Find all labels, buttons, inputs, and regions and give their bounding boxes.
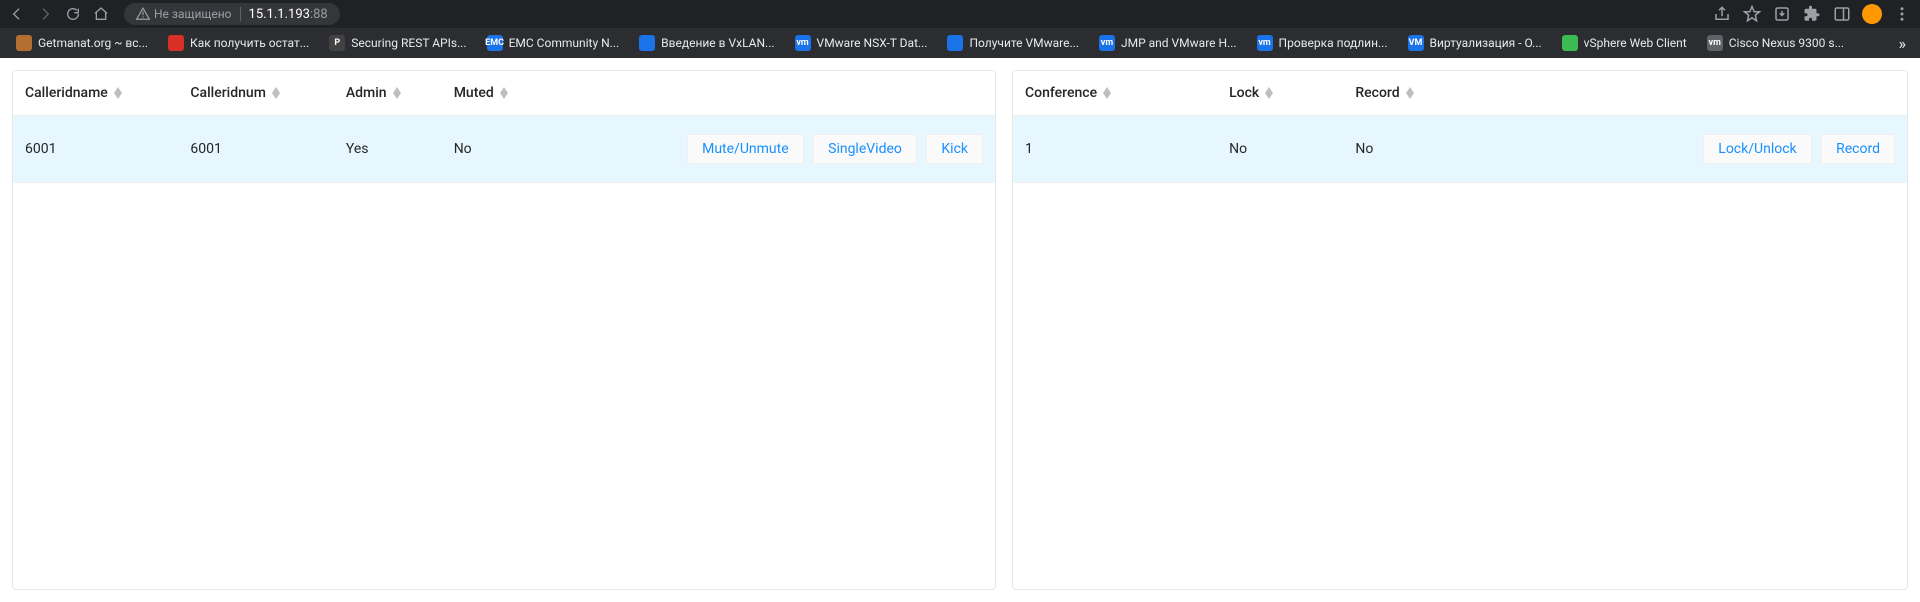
bookmark-label: Cisco Nexus 9300 s... <box>1729 36 1844 50</box>
cell-conference: 1 <box>1013 116 1217 183</box>
cell-admin: Yes <box>334 116 442 183</box>
favicon <box>639 35 655 51</box>
not-secure-warning: Не защищено <box>136 7 232 21</box>
address-bar[interactable]: Не защищено 15.1.1.193:88 <box>124 3 340 25</box>
bookmark-label: JMP and VMware H... <box>1121 36 1237 50</box>
lock-button[interactable]: Lock/Unlock <box>1703 134 1811 164</box>
bookmark-label: Getmanat.org ~ вс... <box>38 36 148 50</box>
bookmark-label: Виртуализация - О... <box>1430 36 1542 50</box>
share-icon[interactable] <box>1712 4 1732 24</box>
bookmark-label: Получите VMware... <box>969 36 1079 50</box>
bookmark-item[interactable]: Getmanat.org ~ вс... <box>10 31 154 55</box>
bookmark-item[interactable]: Введение в VxLAN... <box>633 31 780 55</box>
bookmark-item[interactable]: vm Cisco Nexus 9300 s... <box>1701 31 1850 55</box>
cell-muted: No <box>442 116 549 183</box>
bookmark-item[interactable]: vm VMware NSX-T Dat... <box>789 31 934 55</box>
favicon: vm <box>795 35 811 51</box>
col-muted[interactable]: Muted <box>442 71 549 116</box>
sort-icon <box>1103 87 1111 99</box>
col-admin[interactable]: Admin <box>334 71 442 116</box>
sort-icon <box>114 87 122 99</box>
forward-icon[interactable] <box>36 5 54 23</box>
sort-icon <box>272 87 280 99</box>
conferences-panel: Conference Lock Record 1 No No Lock/Unlo… <box>1012 70 1908 590</box>
cell-actions: Lock/Unlock Record <box>1496 116 1907 183</box>
cell-actions: Mute/Unmute SingleVideo Kick <box>549 116 995 183</box>
favicon: vm <box>1099 35 1115 51</box>
col-calleridnum[interactable]: Calleridnum <box>178 71 333 116</box>
bookmark-label: Проверка подлин... <box>1279 36 1388 50</box>
bookmark-label: Как получить остат... <box>190 36 309 50</box>
bookmark-label: Введение в VxLAN... <box>661 36 774 50</box>
table-row[interactable]: 6001 6001 Yes No Mute/Unmute SingleVideo… <box>13 116 995 183</box>
security-label: Не защищено <box>154 7 232 21</box>
menu-icon[interactable] <box>1892 4 1912 24</box>
favicon: vm <box>1257 35 1273 51</box>
cell-record: No <box>1343 116 1496 183</box>
favicon <box>16 35 32 51</box>
divider <box>240 7 241 21</box>
col-calleridname[interactable]: Calleridname <box>13 71 178 116</box>
participants-table: Calleridname Calleridnum Admin Muted 600… <box>13 71 995 183</box>
favicon: vm <box>1707 35 1723 51</box>
bookmark-label: VMware NSX-T Dat... <box>817 36 928 50</box>
bookmark-item[interactable]: vSphere Web Client <box>1556 31 1693 55</box>
bookmark-item[interactable]: P Securing REST APIs... <box>323 31 472 55</box>
bookmarks-overflow-icon[interactable]: » <box>1895 30 1911 57</box>
star-icon[interactable] <box>1742 4 1762 24</box>
favicon <box>947 35 963 51</box>
col-record[interactable]: Record <box>1343 71 1496 116</box>
table-row[interactable]: 1 No No Lock/Unlock Record <box>1013 116 1907 183</box>
extensions-icon[interactable] <box>1802 4 1822 24</box>
bookmark-item[interactable]: vm JMP and VMware H... <box>1093 31 1243 55</box>
sort-icon <box>393 87 401 99</box>
col-conference[interactable]: Conference <box>1013 71 1217 116</box>
sort-icon <box>1406 87 1414 99</box>
conferences-table: Conference Lock Record 1 No No Lock/Unlo… <box>1013 71 1907 183</box>
browser-toolbar: Не защищено 15.1.1.193:88 <box>0 0 1920 28</box>
bookmark-item[interactable]: Получите VMware... <box>941 31 1085 55</box>
kick-button[interactable]: Kick <box>926 134 983 164</box>
singlevideo-button[interactable]: SingleVideo <box>813 134 917 164</box>
mute-button[interactable]: Mute/Unmute <box>687 134 804 164</box>
favicon: EMC <box>487 35 503 51</box>
url-text: 15.1.1.193:88 <box>249 7 328 22</box>
cell-lock: No <box>1217 116 1343 183</box>
sidepanel-icon[interactable] <box>1832 4 1852 24</box>
install-icon[interactable] <box>1772 4 1792 24</box>
favicon <box>168 35 184 51</box>
record-button[interactable]: Record <box>1821 134 1895 164</box>
home-icon[interactable] <box>92 5 110 23</box>
participants-panel: Calleridname Calleridnum Admin Muted 600… <box>12 70 996 590</box>
bookmark-item[interactable]: vm Проверка подлин... <box>1251 31 1394 55</box>
cell-calleridname: 6001 <box>13 116 178 183</box>
col-lock[interactable]: Lock <box>1217 71 1343 116</box>
favicon: P <box>329 35 345 51</box>
reload-icon[interactable] <box>64 5 82 23</box>
back-icon[interactable] <box>8 5 26 23</box>
bookmark-item[interactable]: Как получить остат... <box>162 31 315 55</box>
bookmarks-bar: Getmanat.org ~ вс... Как получить остат..… <box>0 28 1920 58</box>
cell-calleridnum: 6001 <box>178 116 333 183</box>
sort-icon <box>1265 87 1273 99</box>
favicon: VM <box>1408 35 1424 51</box>
page-content: Calleridname Calleridnum Admin Muted 600… <box>0 58 1920 602</box>
bookmark-label: vSphere Web Client <box>1584 36 1687 50</box>
bookmark-label: EMC Community N... <box>509 36 620 50</box>
favicon <box>1562 35 1578 51</box>
bookmark-item[interactable]: VM Виртуализация - О... <box>1402 31 1548 55</box>
sort-icon <box>500 87 508 99</box>
bookmark-item[interactable]: EMC EMC Community N... <box>481 31 626 55</box>
bookmark-label: Securing REST APIs... <box>351 36 466 50</box>
profile-avatar[interactable] <box>1862 4 1882 24</box>
